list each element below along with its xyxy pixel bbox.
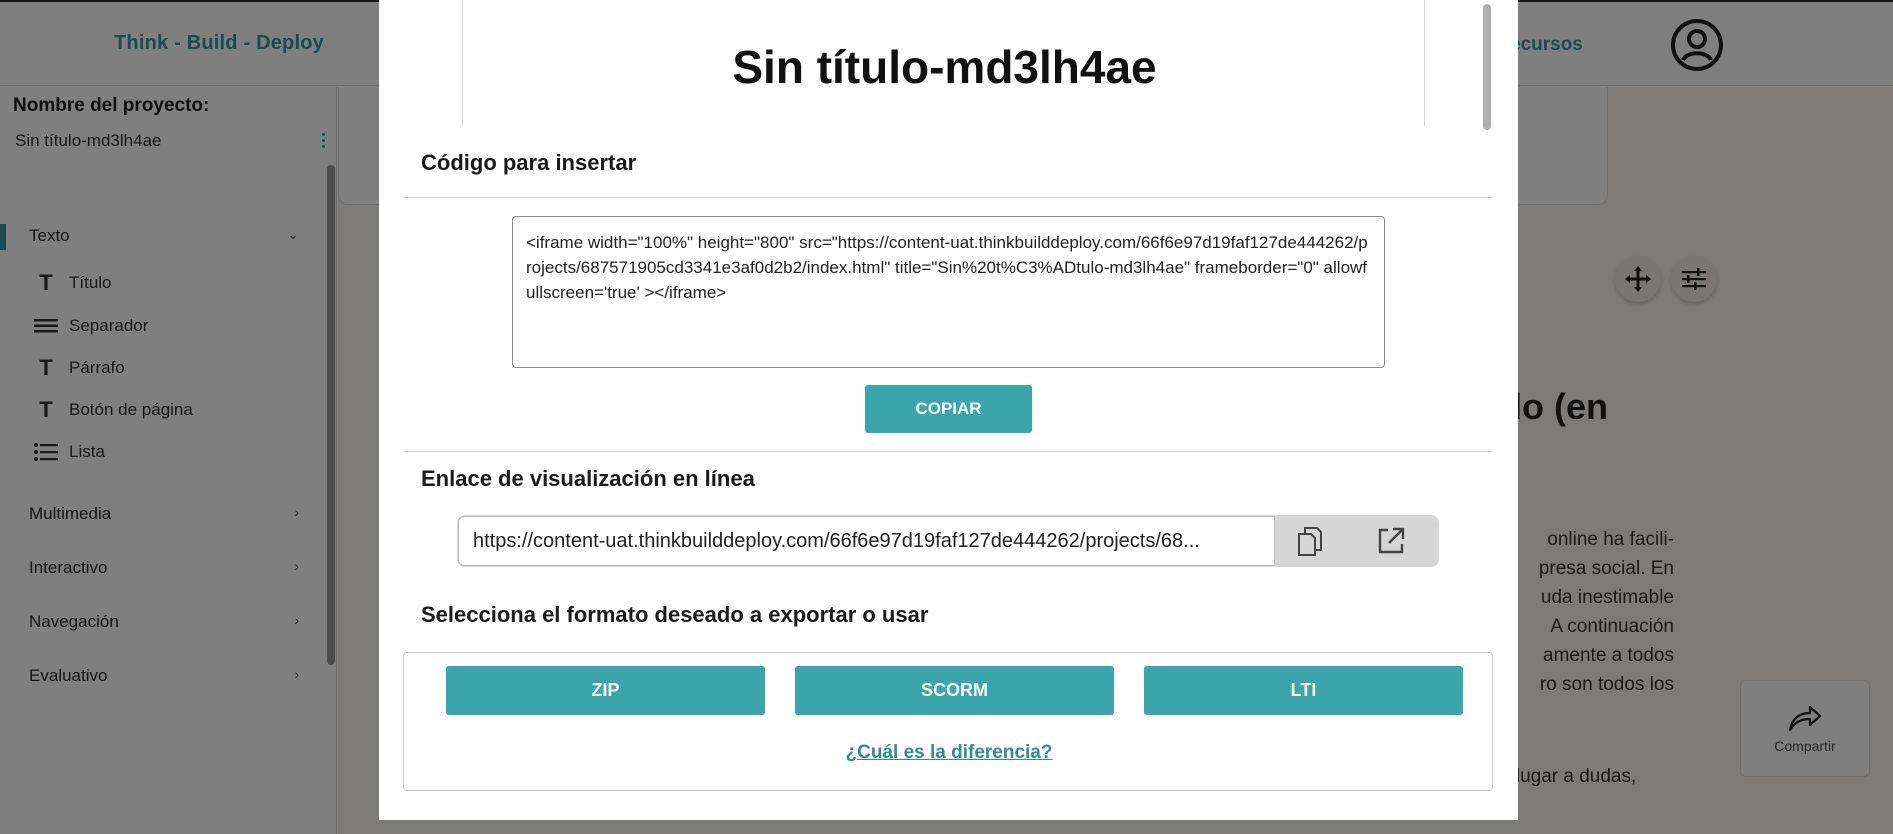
preview-scrollbar[interactable] xyxy=(1483,4,1491,130)
online-link-group: https://content-uat.thinkbuilddeploy.com… xyxy=(457,515,1439,567)
divider xyxy=(403,451,1493,452)
zip-export-button[interactable]: ZIP xyxy=(446,666,765,715)
export-format-title: Selecciona el formato deseado a exportar… xyxy=(421,602,929,627)
copy-button[interactable]: COPIAR xyxy=(865,385,1032,433)
embed-code-title: Código para insertar xyxy=(421,150,637,175)
online-link-title: Enlace de visualización en línea xyxy=(421,466,755,491)
difference-help-link[interactable]: ¿Cuál es la diferencia? xyxy=(404,742,1494,764)
scorm-export-button[interactable]: SCORM xyxy=(795,666,1114,715)
divider xyxy=(403,197,1493,198)
export-format-box: ZIP SCORM LTI ¿Cuál es la diferencia? xyxy=(403,652,1493,791)
open-external-icon[interactable] xyxy=(1371,523,1411,559)
export-modal: Sin título-md3lh4ae Código para insertar… xyxy=(379,0,1518,820)
copy-link-icon[interactable] xyxy=(1290,523,1330,559)
online-link-field[interactable]: https://content-uat.thinkbuilddeploy.com… xyxy=(458,516,1275,566)
online-link-url: https://content-uat.thinkbuilddeploy.com… xyxy=(473,529,1200,552)
project-preview: Sin título-md3lh4ae xyxy=(462,0,1425,126)
embed-code-textarea[interactable]: <iframe width="100%" height="800" src="h… xyxy=(512,216,1385,368)
preview-title: Sin título-md3lh4ae xyxy=(732,41,1157,93)
lti-export-button[interactable]: LTI xyxy=(1144,666,1463,715)
